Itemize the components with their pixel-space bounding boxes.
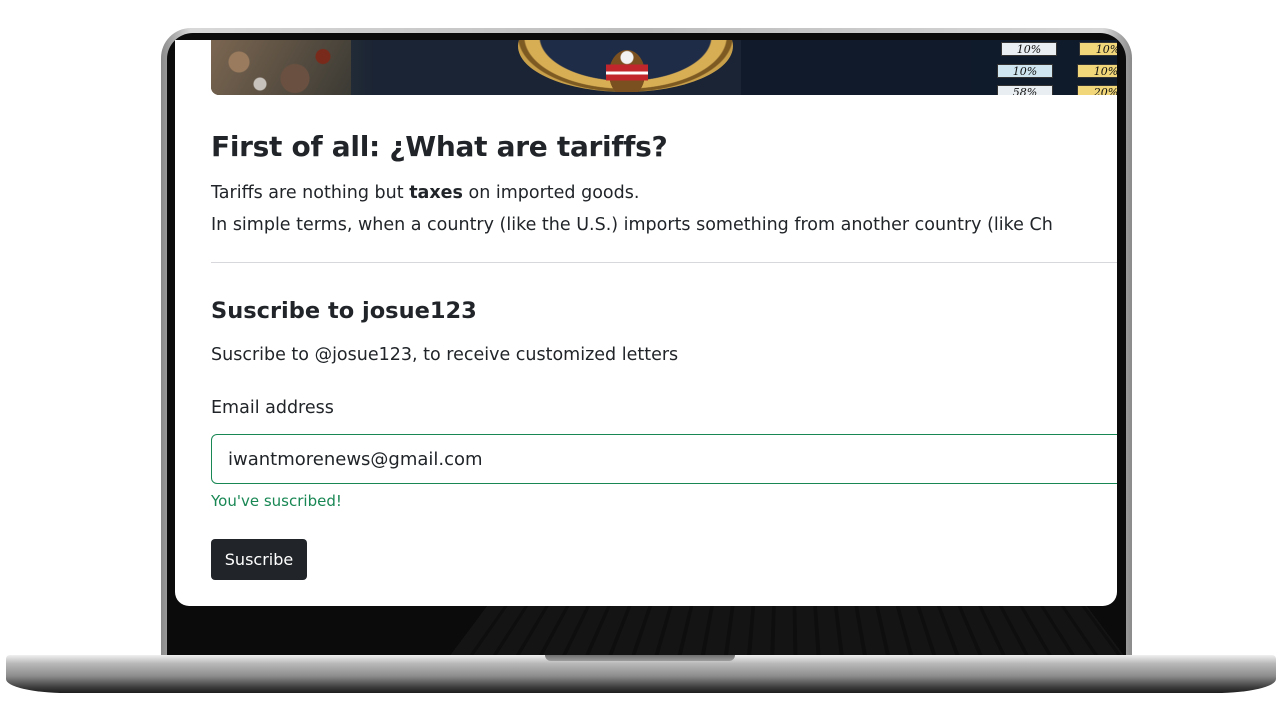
laptop-base-notch	[545, 655, 735, 661]
subscribe-button[interactable]: Suscribe	[211, 539, 307, 580]
tariff-cell: 20%	[1077, 85, 1117, 95]
article-heading: First of all: ¿What are tariffs?	[211, 130, 668, 163]
hero-podium	[741, 40, 971, 95]
paragraph-bold-text: taxes	[409, 183, 463, 203]
subscribe-description: Suscribe to @josue123, to receive custom…	[211, 345, 679, 365]
article-paragraph-2: In simple terms, when a country (like th…	[211, 215, 1053, 235]
tariff-cell: 10%	[1079, 42, 1117, 56]
article-paragraph-1: Tariffs are nothing but taxes on importe…	[211, 183, 639, 203]
tariff-board: 10% 10% 10% 10% 58% 20%	[971, 40, 1117, 95]
section-divider	[211, 262, 1117, 263]
tariff-cell: 10%	[1077, 64, 1117, 78]
tariff-cell: 58%	[997, 85, 1053, 95]
success-message: You've suscribed!	[211, 492, 342, 510]
email-field[interactable]	[211, 434, 1117, 484]
eagle-emblem	[606, 46, 648, 92]
paragraph-text: Tariffs are nothing but	[211, 183, 410, 203]
hero-foliage	[211, 40, 351, 95]
subscribe-heading: Suscribe to josue123	[211, 298, 477, 324]
tariff-cell: 10%	[1001, 42, 1057, 56]
paragraph-text: on imported goods.	[462, 183, 640, 203]
hero-image: 10% 10% 10% 10% 58% 20%	[211, 40, 1117, 95]
email-label: Email address	[211, 398, 334, 418]
tariff-cell: 10%	[997, 64, 1053, 78]
laptop-screen: 10% 10% 10% 10% 58% 20% First of all: ¿W…	[175, 40, 1117, 606]
